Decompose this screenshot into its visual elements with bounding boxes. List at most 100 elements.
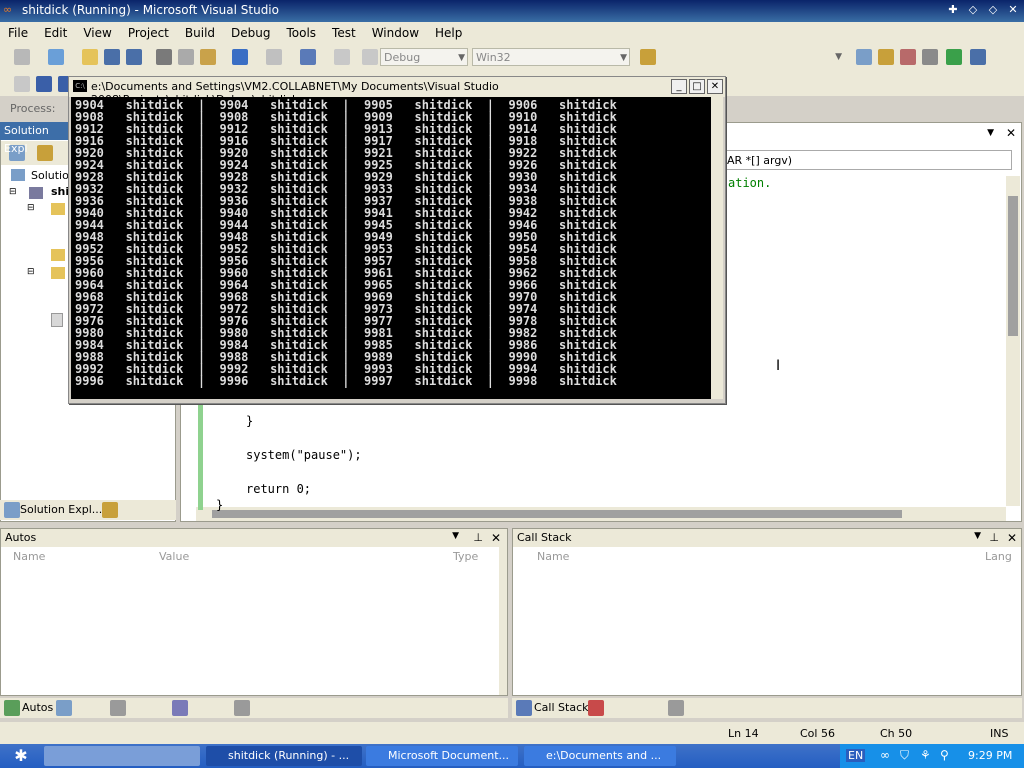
dropdown-icon[interactable]: ▼ [974,531,981,541]
taskbar-item-vs[interactable]: shitdick (Running) - ... [206,746,362,766]
callstack-col-lang[interactable]: Lang [985,549,1012,565]
call-stack-tab[interactable]: Call Stack [514,698,588,718]
start-button[interactable]: ✱ [4,746,38,766]
save-all-icon[interactable] [126,49,142,65]
navigate-icon[interactable] [300,49,316,65]
editor-dropdown-icon[interactable]: ▼ [987,128,994,138]
close-icon[interactable]: ✕ [491,531,501,545]
collapse-icon[interactable]: ⊟ [9,187,17,197]
console-scrollbar[interactable] [711,97,723,399]
code-line-return: return 0; [246,482,312,496]
threads-tab-icon[interactable] [110,700,126,716]
output-tab-icon[interactable] [668,700,684,716]
status-bar: Ln 14 Col 56 Ch 50 INS [0,722,1024,744]
code-line-brace: } [246,414,254,428]
menu-help[interactable]: Help [427,26,470,40]
autos-tab[interactable]: Autos [2,698,53,718]
scroll-thumb[interactable] [1008,196,1018,336]
add-item-icon[interactable] [48,49,64,65]
open-folder-icon[interactable] [82,49,98,65]
menu-build[interactable]: Build [177,26,223,40]
menu-tools[interactable]: Tools [278,26,324,40]
menu-test[interactable]: Test [324,26,364,40]
shield-icon[interactable]: ⛉ [900,748,909,763]
collapse-icon[interactable]: ⊟ [27,267,35,277]
menu-debug[interactable]: Debug [223,26,278,40]
project-label[interactable]: shi [51,185,69,198]
toolbox-icon[interactable] [922,49,938,65]
autos-title: Autos [1,529,507,547]
status-char: Ch 50 [880,727,913,740]
autos-col-name[interactable]: Name [13,549,45,565]
console-window[interactable]: C:\ e:\Documents and Settings\VM2.COLLAB… [68,76,726,404]
taskbar-item-blurred[interactable] [44,746,200,766]
taskbar-item-document[interactable]: Microsoft Document... [366,746,518,766]
continue-icon[interactable] [14,76,30,92]
watch-tab-icon[interactable] [234,700,250,716]
console-close-button[interactable]: ✕ [707,79,723,94]
breakpoints-tab-icon[interactable] [588,700,604,716]
pin-icon[interactable]: ⊥ [473,531,483,544]
vs-tray-icon[interactable]: ∞ [880,748,890,762]
modules-tab-icon[interactable] [172,700,188,716]
process-label: Process: [10,102,56,115]
minimize-button[interactable]: ◇ [966,3,980,17]
save-icon[interactable] [104,49,120,65]
find-combo[interactable]: ▼ [660,48,844,66]
function-combo[interactable]: AR *[] argv) [722,150,1012,170]
menu-window[interactable]: Window [364,26,427,40]
menu-file[interactable]: File [0,26,36,40]
collapse-icon[interactable]: ⊟ [27,203,35,213]
search-icon[interactable]: ⚲ [940,748,949,762]
restore-button[interactable]: ◇ [986,3,1000,17]
editor-close-icon[interactable]: ✕ [1006,126,1016,140]
copy-icon[interactable] [178,49,194,65]
solution-config-combo[interactable]: Debug ▼ [380,48,468,66]
console-maximize-button[interactable]: □ [689,79,705,94]
paste-icon[interactable] [200,49,216,65]
close-button[interactable]: ✕ [1006,3,1020,17]
navigate-forward-icon[interactable] [334,49,350,65]
show-all-files-icon[interactable] [37,145,53,161]
menu-edit[interactable]: Edit [36,26,75,40]
redo-icon[interactable] [266,49,282,65]
console-icon: C:\ [73,80,87,92]
properties-icon[interactable] [878,49,894,65]
close-icon[interactable]: ✕ [1007,531,1017,545]
callstack-col-name[interactable]: Name [537,549,569,565]
dropdown-icon[interactable]: ▼ [452,531,459,541]
language-indicator[interactable]: EN [846,749,866,762]
autos-col-value[interactable]: Value [159,549,189,565]
clock: 9:29 PM [968,749,1013,762]
cut-icon[interactable] [156,49,172,65]
network-icon[interactable]: ⚘ [920,748,931,762]
solution-platform-combo[interactable]: Win32 ▼ [472,48,630,66]
command-window-icon[interactable] [970,49,986,65]
menu-view[interactable]: View [75,26,119,40]
break-all-icon[interactable] [36,76,52,92]
solution-explorer-tab[interactable]: Solution Expl... [20,503,102,516]
autos-col-type[interactable]: Type [453,549,478,565]
pin-icon[interactable]: ⊥ [989,531,999,544]
locals-tab-icon[interactable] [56,700,72,716]
start-page-icon[interactable] [946,49,962,65]
object-browser-icon[interactable] [900,49,916,65]
hscroll-thumb[interactable] [212,510,902,518]
status-column: Col 56 [800,727,835,740]
status-line: Ln 14 [728,727,759,740]
undo-icon[interactable] [232,49,248,65]
console-title-bar[interactable]: C:\ e:\Documents and Settings\VM2.COLLAB… [69,77,725,106]
editor-vertical-scrollbar[interactable] [1006,176,1020,506]
pin-icon[interactable]: ✚ [946,3,960,17]
console-minimize-button[interactable]: _ [671,79,687,94]
start-icon[interactable] [362,49,378,65]
new-project-icon[interactable] [14,49,30,65]
editor-horizontal-scrollbar[interactable] [196,507,1006,521]
find-in-files-icon[interactable] [640,49,656,65]
menu-project[interactable]: Project [120,26,177,40]
autos-scrollbar[interactable] [499,547,507,695]
folder-icon [51,203,65,215]
taskbar-item-console[interactable]: e:\Documents and ... [524,746,676,766]
solution-explorer-icon[interactable] [856,49,872,65]
class-view-tab-icon[interactable] [102,502,118,518]
